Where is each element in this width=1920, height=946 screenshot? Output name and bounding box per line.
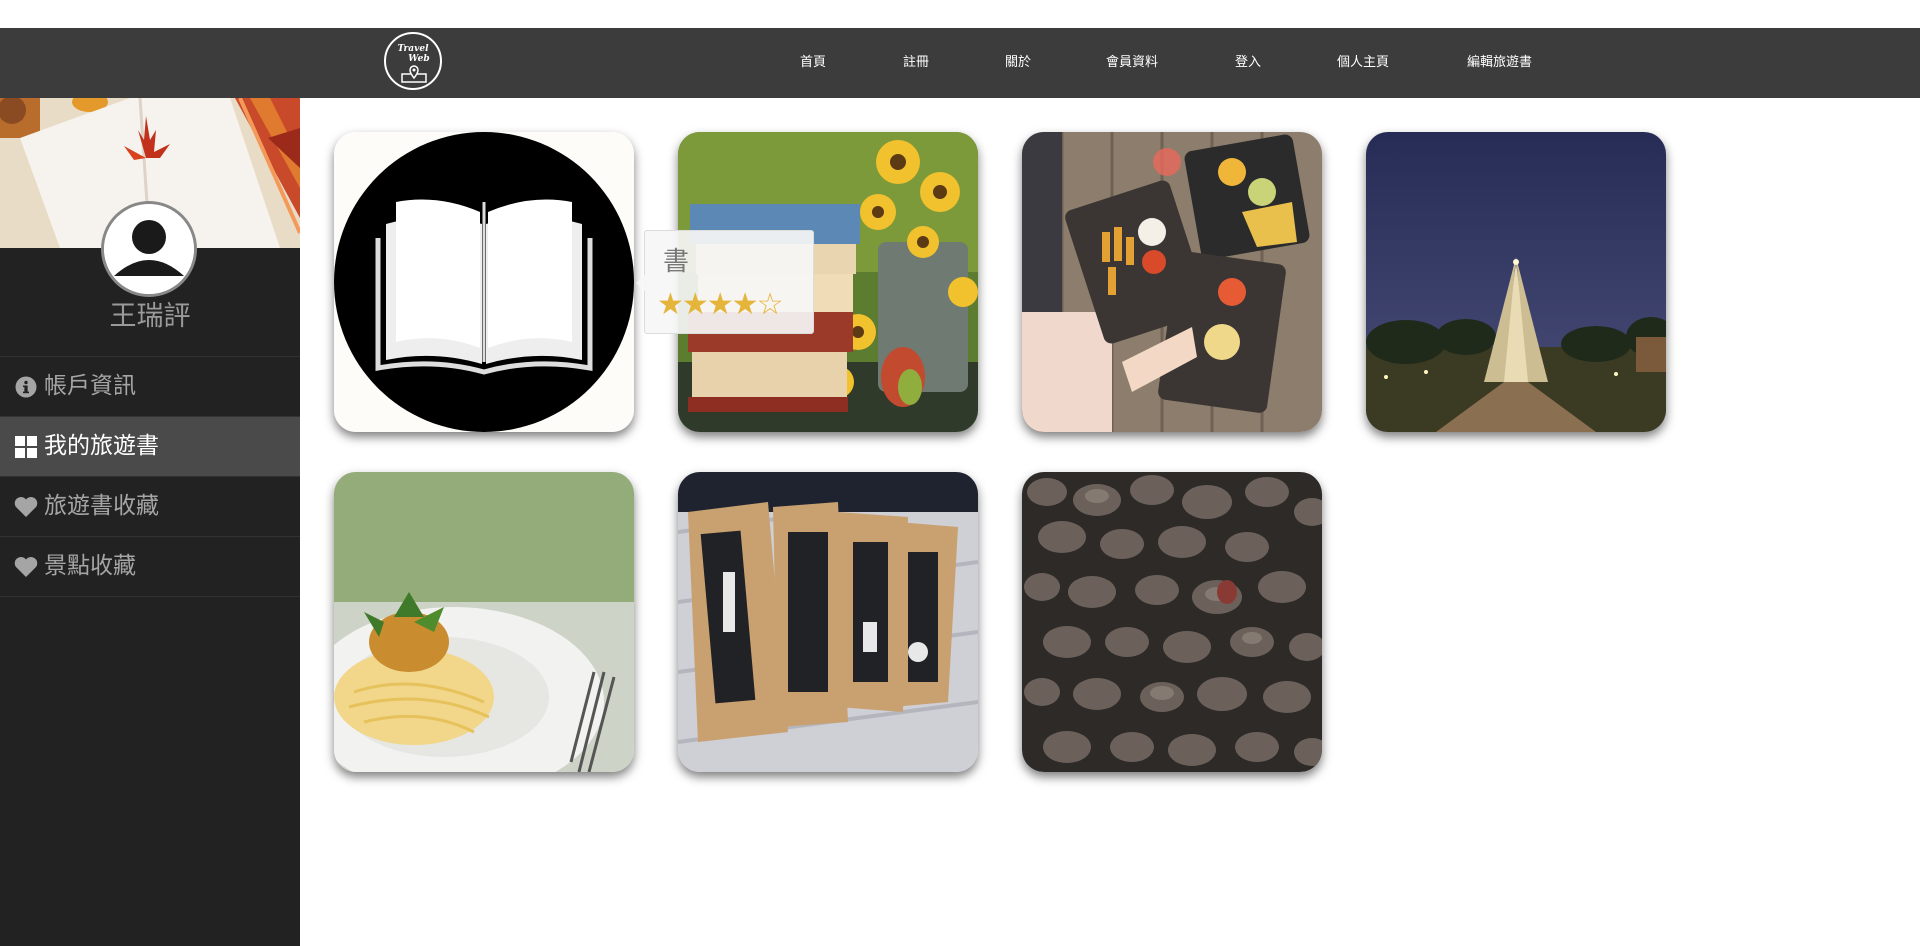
heart-icon [14, 477, 38, 536]
chapel-night-image [1366, 132, 1666, 432]
heart-icon [14, 537, 38, 596]
username: 王瑞評 [109, 301, 191, 332]
travel-book-card[interactable] [1022, 132, 1322, 432]
sidebar-item-attraction-favorites[interactable]: 景點收藏 [0, 536, 300, 596]
sidebar-item-my-travel-books[interactable]: 我的旅遊書 [0, 416, 300, 476]
logo-text: Travel Web [397, 44, 430, 64]
sidebar-item-account-info[interactable]: 帳戶資訊 [0, 356, 300, 416]
nav-link-register[interactable]: 註冊 [903, 28, 929, 98]
sidebar-item-label: 景點收藏 [44, 553, 136, 579]
book-rating-tooltip: 書 ★★★★☆ [636, 230, 814, 334]
food-platters-image [1022, 132, 1322, 432]
avatar [101, 201, 197, 297]
sidebar-item-label: 我的旅遊書 [44, 433, 159, 459]
menu-divider [0, 596, 300, 597]
nav-link-login[interactable]: 登入 [1235, 28, 1261, 98]
nav-link-edit-travel-book[interactable]: 編輯旅遊書 [1467, 28, 1532, 98]
travel-book-card[interactable] [1366, 132, 1666, 432]
sidebar-item-label: 旅遊書收藏 [44, 493, 159, 519]
shopping-bags-image [678, 472, 978, 772]
nav-link-about[interactable]: 關於 [1005, 28, 1031, 98]
map-pin-icon [401, 65, 427, 83]
spaghetti-image [334, 472, 634, 772]
star-rating: ★★★★☆ [657, 287, 783, 322]
travel-book-card[interactable] [334, 472, 634, 772]
sidebar-item-travel-book-favorites[interactable]: 旅遊書收藏 [0, 476, 300, 536]
sidebar: 王瑞評 帳戶資訊 我的旅遊書 旅遊書收藏 景點收藏 [0, 98, 300, 946]
nav-link-profile[interactable]: 個人主頁 [1337, 28, 1389, 98]
tooltip-title: 書 [663, 247, 690, 277]
travel-book-card[interactable] [334, 132, 634, 432]
travel-book-card[interactable] [678, 472, 978, 772]
nav-link-home[interactable]: 首頁 [800, 28, 826, 98]
top-navbar: Travel Web 首頁 註冊 關於 會員資料 登入 個人主頁 編輯旅遊書 [0, 28, 1920, 98]
travel-book-card[interactable] [1022, 472, 1322, 772]
user-avatar-icon [104, 204, 194, 294]
info-icon [14, 357, 38, 416]
open-book-icon [334, 132, 634, 432]
grid-icon [14, 417, 38, 476]
site-logo[interactable]: Travel Web [384, 32, 442, 90]
sidebar-item-label: 帳戶資訊 [44, 373, 136, 399]
pebbles-image [1022, 472, 1322, 772]
sidebar-menu: 帳戶資訊 我的旅遊書 旅遊書收藏 景點收藏 [0, 356, 300, 597]
nav-link-member-info[interactable]: 會員資料 [1106, 28, 1158, 98]
